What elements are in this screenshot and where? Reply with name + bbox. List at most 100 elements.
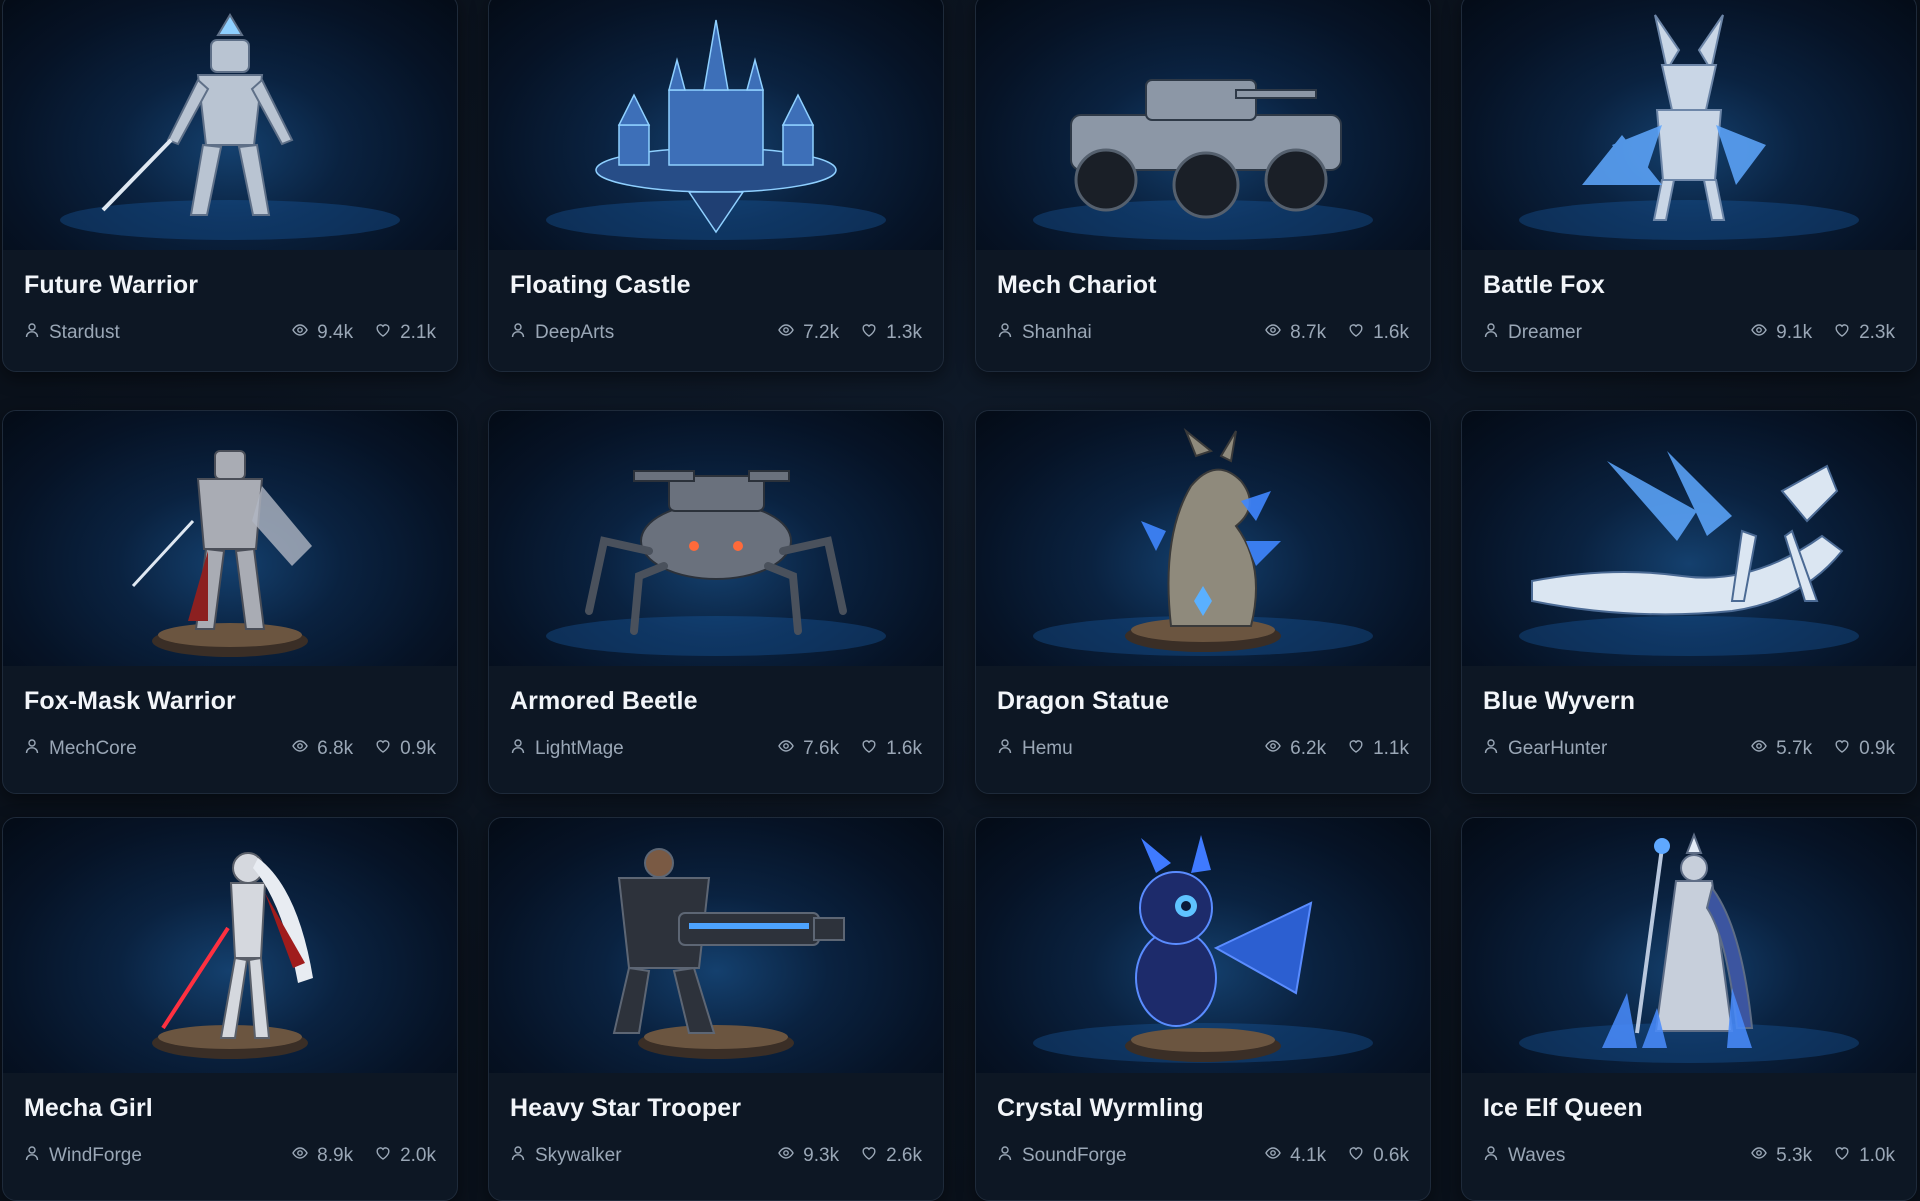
user-icon (1483, 1145, 1508, 1167)
likes-count[interactable]: 2.6k (861, 1145, 922, 1167)
card-thumbnail[interactable] (489, 411, 943, 666)
views-count: 9.1k (1751, 322, 1812, 344)
card-author[interactable]: GearHunter (1483, 738, 1729, 760)
card-meta: Skywalker 9.3k 2.6k (510, 1144, 922, 1168)
likes-value: 0.6k (1373, 1145, 1409, 1166)
likes-count[interactable]: 0.9k (1834, 738, 1895, 760)
author-name[interactable]: Dreamer (1508, 322, 1582, 344)
card-author[interactable]: Stardust (24, 322, 270, 344)
card-author[interactable]: Waves (1483, 1145, 1729, 1167)
card-title[interactable]: Mech Chariot (997, 271, 1157, 300)
gallery-card[interactable]: Armored Beetle LightMage 7.6k 1.6k (488, 410, 944, 794)
author-name[interactable]: Hemu (1022, 738, 1073, 760)
gallery-card[interactable]: Floating Castle DeepArts 7.2k 1.3k (488, 0, 944, 372)
card-meta: GearHunter 5.7k 0.9k (1483, 737, 1895, 761)
author-name[interactable]: LightMage (535, 738, 624, 760)
author-name[interactable]: Shanhai (1022, 322, 1092, 344)
likes-value: 1.6k (1373, 322, 1409, 343)
gallery-card[interactable]: Ice Elf Queen Waves 5.3k 1.0k (1461, 817, 1917, 1201)
likes-count[interactable]: 0.6k (1348, 1145, 1409, 1167)
likes-count[interactable]: 2.1k (375, 322, 436, 344)
heart-icon[interactable] (861, 738, 886, 760)
likes-count[interactable]: 2.0k (375, 1145, 436, 1167)
card-thumbnail[interactable] (489, 818, 943, 1073)
card-author[interactable]: MechCore (24, 738, 270, 760)
heart-icon[interactable] (1348, 1145, 1373, 1167)
card-author[interactable]: LightMage (510, 738, 756, 760)
card-thumbnail[interactable] (3, 411, 457, 666)
card-thumbnail[interactable] (976, 818, 1430, 1073)
likes-count[interactable]: 1.3k (861, 322, 922, 344)
heart-icon[interactable] (375, 1145, 400, 1167)
card-title[interactable]: Mecha Girl (24, 1094, 153, 1123)
heart-icon[interactable] (1834, 1145, 1859, 1167)
card-thumbnail[interactable] (1462, 0, 1916, 250)
views-count: 5.7k (1751, 738, 1812, 760)
eye-icon (1265, 322, 1290, 344)
card-thumbnail[interactable] (1462, 411, 1916, 666)
likes-count[interactable]: 1.6k (1348, 322, 1409, 344)
card-thumbnail[interactable] (3, 0, 457, 250)
author-name[interactable]: Stardust (49, 322, 120, 344)
heart-icon[interactable] (1834, 738, 1859, 760)
card-author[interactable]: WindForge (24, 1145, 270, 1167)
heart-icon[interactable] (375, 322, 400, 344)
likes-value: 2.3k (1859, 322, 1895, 343)
likes-count[interactable]: 0.9k (375, 738, 436, 760)
card-title[interactable]: Armored Beetle (510, 687, 698, 716)
eye-icon (1751, 738, 1776, 760)
user-icon (1483, 322, 1508, 344)
heart-icon[interactable] (375, 738, 400, 760)
card-title[interactable]: Crystal Wyrmling (997, 1094, 1204, 1123)
heart-icon[interactable] (861, 1145, 886, 1167)
card-author[interactable]: SoundForge (997, 1145, 1243, 1167)
card-thumbnail[interactable] (976, 411, 1430, 666)
author-name[interactable]: MechCore (49, 738, 137, 760)
card-title[interactable]: Ice Elf Queen (1483, 1094, 1643, 1123)
views-count: 4.1k (1265, 1145, 1326, 1167)
author-name[interactable]: DeepArts (535, 322, 614, 344)
gallery-card[interactable]: Crystal Wyrmling SoundForge 4.1k 0.6k (975, 817, 1431, 1201)
gallery-card[interactable]: Future Warrior Stardust 9.4k 2.1k (2, 0, 458, 372)
heart-icon[interactable] (1348, 322, 1373, 344)
card-title[interactable]: Future Warrior (24, 271, 198, 300)
gallery-card[interactable]: Mech Chariot Shanhai 8.7k 1.6k (975, 0, 1431, 372)
gallery-card[interactable]: Fox-Mask Warrior MechCore 6.8k 0.9k (2, 410, 458, 794)
card-author[interactable]: Skywalker (510, 1145, 756, 1167)
card-title[interactable]: Floating Castle (510, 271, 691, 300)
card-title[interactable]: Blue Wyvern (1483, 687, 1635, 716)
heart-icon[interactable] (1348, 738, 1373, 760)
gallery-card[interactable]: Battle Fox Dreamer 9.1k 2.3k (1461, 0, 1917, 372)
heart-icon[interactable] (861, 322, 886, 344)
eye-icon (778, 322, 803, 344)
card-thumbnail[interactable] (3, 818, 457, 1073)
likes-count[interactable]: 2.3k (1834, 322, 1895, 344)
card-author[interactable]: Shanhai (997, 322, 1243, 344)
card-title[interactable]: Fox-Mask Warrior (24, 687, 236, 716)
card-thumbnail[interactable] (489, 0, 943, 250)
card-author[interactable]: Hemu (997, 738, 1243, 760)
views-count: 7.6k (778, 738, 839, 760)
gallery-card[interactable]: Dragon Statue Hemu 6.2k 1.1k (975, 410, 1431, 794)
author-name[interactable]: GearHunter (1508, 738, 1607, 760)
card-thumbnail[interactable] (1462, 818, 1916, 1073)
author-name[interactable]: WindForge (49, 1145, 142, 1167)
card-title[interactable]: Dragon Statue (997, 687, 1169, 716)
card-author[interactable]: DeepArts (510, 322, 756, 344)
card-author[interactable]: Dreamer (1483, 322, 1729, 344)
gallery-card[interactable]: Heavy Star Trooper Skywalker 9.3k 2.6k (488, 817, 944, 1201)
card-thumbnail[interactable] (976, 0, 1430, 250)
likes-count[interactable]: 1.0k (1834, 1145, 1895, 1167)
likes-count[interactable]: 1.6k (861, 738, 922, 760)
gallery-card[interactable]: Mecha Girl WindForge 8.9k 2.0k (2, 817, 458, 1201)
author-name[interactable]: Skywalker (535, 1145, 622, 1167)
likes-value: 1.3k (886, 322, 922, 343)
likes-count[interactable]: 1.1k (1348, 738, 1409, 760)
card-title[interactable]: Battle Fox (1483, 271, 1605, 300)
gallery-card[interactable]: Blue Wyvern GearHunter 5.7k 0.9k (1461, 410, 1917, 794)
author-name[interactable]: SoundForge (1022, 1145, 1127, 1167)
card-title[interactable]: Heavy Star Trooper (510, 1094, 741, 1123)
author-name[interactable]: Waves (1508, 1145, 1565, 1167)
views-value: 9.1k (1776, 322, 1813, 343)
heart-icon[interactable] (1834, 322, 1859, 344)
